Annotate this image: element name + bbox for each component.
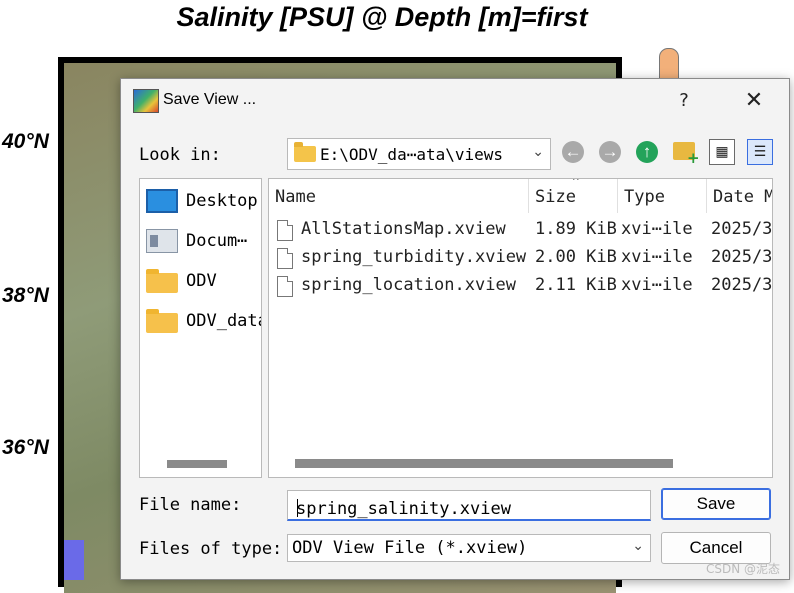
sidebar-item-label: ODV_data bbox=[186, 311, 262, 331]
file-size: 2.00 KiB bbox=[535, 247, 617, 267]
file-name: spring_turbidity.xview bbox=[301, 247, 527, 267]
chevron-down-icon: ⌄ bbox=[632, 537, 644, 553]
column-header-date[interactable]: Date M bbox=[707, 179, 772, 213]
folder-icon bbox=[146, 309, 178, 333]
file-date: 2025/3 bbox=[711, 247, 773, 267]
file-type: xvi⋯ile bbox=[621, 247, 693, 267]
file-icon bbox=[277, 220, 293, 241]
detail-mode-button[interactable]: ☰ bbox=[747, 139, 773, 165]
folder-icon bbox=[294, 142, 316, 162]
sidebar[interactable]: Desktop Docum⋯ ODV ODV_data bbox=[139, 178, 262, 478]
desktop-icon bbox=[146, 189, 178, 213]
save-view-dialog: Save View ... ? ✕ Look in: E:\ODV_da⋯ata… bbox=[120, 78, 790, 580]
file-name: spring_location.xview bbox=[301, 275, 516, 295]
help-button[interactable]: ? bbox=[671, 89, 697, 113]
sort-ascending-icon: ^ bbox=[573, 178, 579, 187]
close-button[interactable]: ✕ bbox=[739, 87, 769, 115]
sidebar-item-label: Docum⋯ bbox=[186, 231, 248, 251]
plot-title: Salinity [PSU] @ Depth [m]=first bbox=[176, 2, 588, 32]
odv-app-icon bbox=[133, 89, 159, 113]
plus-icon: + bbox=[687, 149, 700, 167]
sidebar-item-label: ODV bbox=[186, 271, 217, 291]
file-icon bbox=[277, 248, 293, 269]
look-in-combo[interactable]: E:\ODV_da⋯ata\views ⌄ bbox=[287, 138, 551, 170]
back-arrow-icon: ← bbox=[562, 141, 584, 163]
dialog-title: Save View ... bbox=[163, 91, 257, 108]
forward-arrow-icon: → bbox=[599, 141, 621, 163]
lat-label-40n: 40°N bbox=[2, 130, 49, 153]
up-arrow-icon: ↑ bbox=[636, 141, 658, 163]
file-size: 2.11 KiB bbox=[535, 275, 617, 295]
sidebar-item-desktop[interactable]: Desktop bbox=[146, 187, 261, 215]
parent-directory-button[interactable]: ↑ bbox=[634, 139, 660, 165]
file-type-select[interactable]: ODV View File (*.xview) ⌄ bbox=[287, 534, 651, 562]
sidebar-item-documents[interactable]: Docum⋯ bbox=[146, 227, 261, 255]
file-row[interactable]: AllStationsMap.xview 1.89 KiB xvi⋯ile 20… bbox=[269, 217, 772, 245]
file-type: xvi⋯ile bbox=[621, 275, 693, 295]
file-type-label: Files of type: bbox=[139, 539, 283, 559]
file-list[interactable]: Name Size ^ Type Date M AllStationsMap.xv… bbox=[268, 178, 773, 478]
details-icon: ☰ bbox=[753, 143, 767, 159]
file-list-scrollbar[interactable] bbox=[295, 459, 673, 468]
file-type-value: ODV View File (*.xview) bbox=[292, 538, 528, 558]
column-header-size[interactable]: Size ^ bbox=[529, 179, 618, 213]
sidebar-item-odv[interactable]: ODV bbox=[146, 267, 261, 295]
file-type: xvi⋯ile bbox=[621, 219, 693, 239]
column-header-type[interactable]: Type bbox=[618, 179, 707, 213]
file-name-input[interactable]: spring_salinity.xview bbox=[287, 490, 651, 521]
text-caret bbox=[297, 499, 298, 517]
file-size: 1.89 KiB bbox=[535, 219, 617, 239]
column-header-name[interactable]: Name bbox=[269, 179, 529, 213]
file-name: AllStationsMap.xview bbox=[301, 219, 506, 239]
documents-icon bbox=[146, 229, 178, 253]
back-button[interactable]: ← bbox=[560, 139, 586, 165]
folder-icon bbox=[146, 269, 178, 293]
map-water-patch bbox=[64, 540, 84, 580]
sidebar-scrollbar[interactable] bbox=[167, 460, 227, 468]
list-mode-button[interactable]: ▦ bbox=[709, 139, 735, 165]
file-row[interactable]: spring_turbidity.xview 2.00 KiB xvi⋯ile … bbox=[269, 245, 772, 273]
dialog-titlebar[interactable]: Save View ... ? ✕ bbox=[121, 79, 789, 121]
forward-button[interactable]: → bbox=[597, 139, 623, 165]
file-name-label: File name: bbox=[139, 495, 242, 515]
sidebar-item-odv-data[interactable]: ODV_data bbox=[146, 307, 262, 335]
lat-label-36n: 36°N bbox=[2, 436, 49, 459]
file-date: 2025/3 bbox=[711, 219, 773, 239]
file-name-value: spring_salinity.xview bbox=[296, 499, 511, 519]
look-in-path: E:\ODV_da⋯ata\views bbox=[320, 145, 504, 164]
look-in-label: Look in: bbox=[139, 145, 221, 165]
lat-label-38n: 38°N bbox=[2, 284, 49, 307]
chevron-down-icon: ⌄ bbox=[532, 143, 544, 159]
watermark: CSDN @泥态 bbox=[706, 562, 781, 576]
file-icon bbox=[277, 276, 293, 297]
save-button[interactable]: Save bbox=[661, 488, 771, 520]
file-date: 2025/3 bbox=[711, 275, 773, 295]
grid-icon: ▦ bbox=[715, 143, 729, 159]
file-row[interactable]: spring_location.xview 2.11 KiB xvi⋯ile 2… bbox=[269, 273, 772, 301]
sidebar-item-label: Desktop bbox=[186, 191, 258, 211]
